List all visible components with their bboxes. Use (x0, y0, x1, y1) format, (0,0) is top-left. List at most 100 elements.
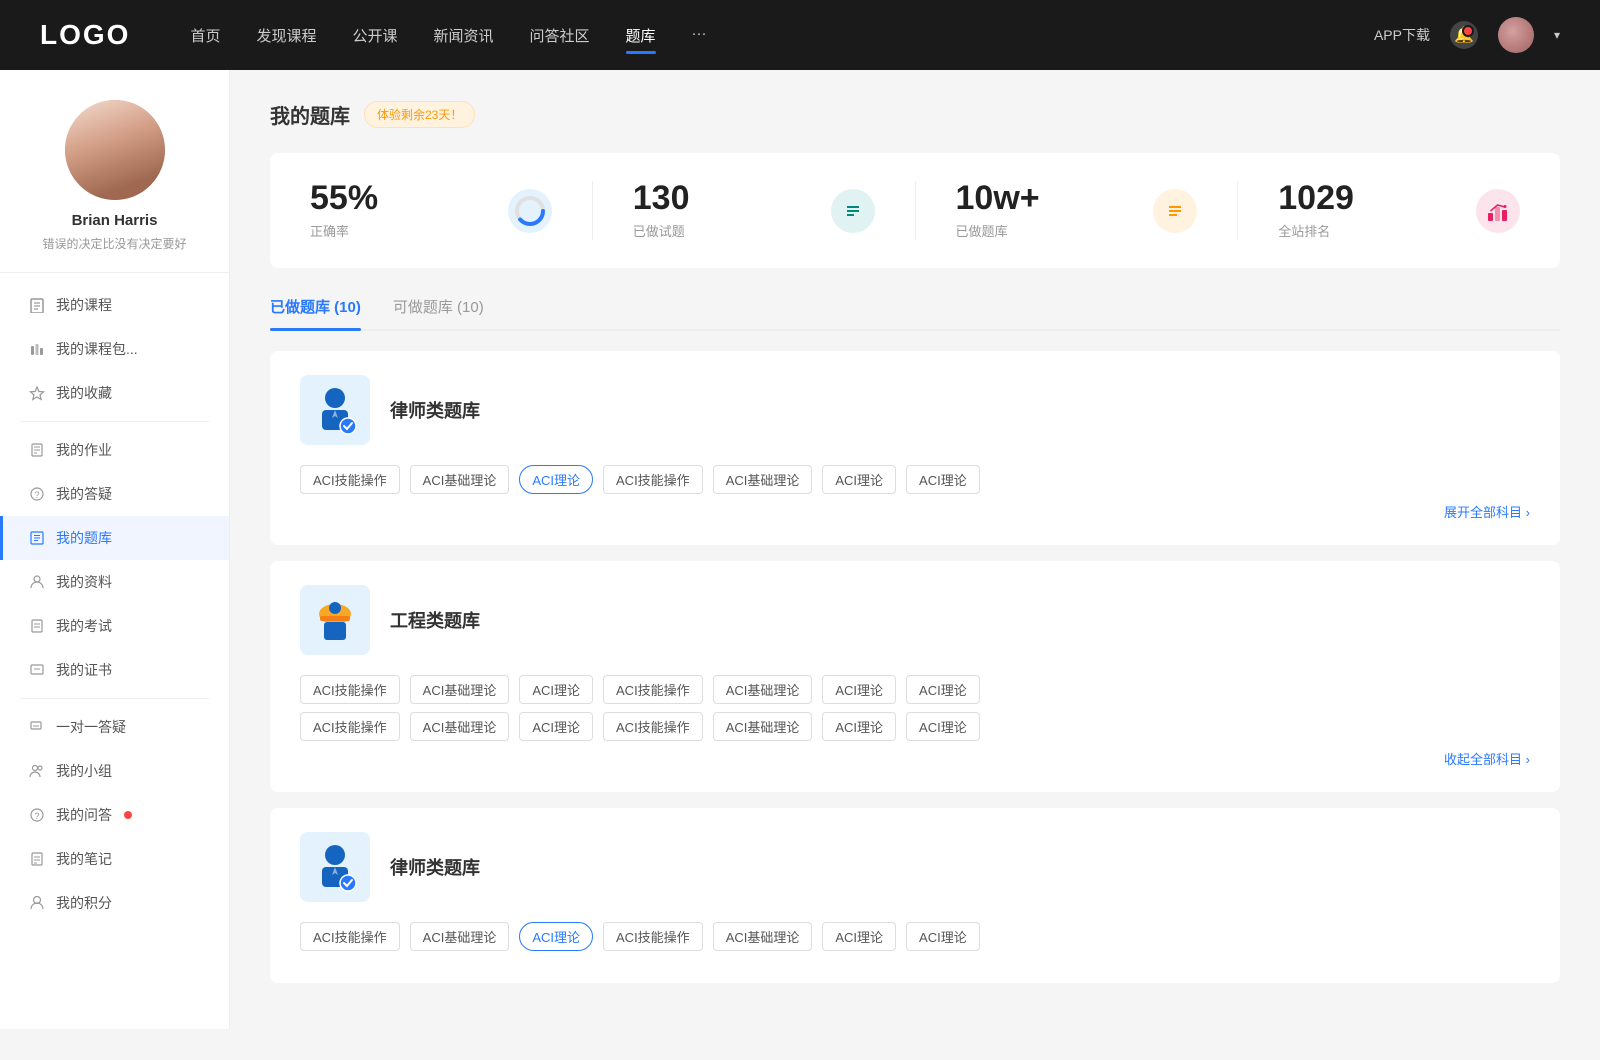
tag-law2-4[interactable]: ACI技能操作 (603, 922, 703, 951)
tag-eng-14[interactable]: ACI理论 (906, 712, 980, 741)
tag-eng-6[interactable]: ACI理论 (822, 675, 896, 704)
cert-icon (28, 661, 46, 679)
qbank-tags-eng-row1: ACI技能操作 ACI基础理论 ACI理论 ACI技能操作 ACI基础理论 AC… (300, 675, 1530, 704)
tag-law-1[interactable]: ACI技能操作 (300, 465, 400, 494)
tag-law-6[interactable]: ACI理论 (822, 465, 896, 494)
courses-icon (28, 296, 46, 314)
exam-icon (28, 617, 46, 635)
sidebar-item-qbank[interactable]: 我的题库 (0, 516, 229, 560)
profile-name: Brian Harris (72, 212, 158, 229)
tag-law2-5[interactable]: ACI基础理论 (713, 922, 813, 951)
nav-qa[interactable]: 问答社区 (530, 21, 590, 50)
tag-eng-3[interactable]: ACI理论 (519, 675, 593, 704)
sidebar-item-exams[interactable]: 我的考试 (0, 604, 229, 648)
sidebar-label-notes: 我的笔记 (56, 849, 112, 869)
sidebar-label-packages: 我的课程包... (56, 339, 138, 359)
tab-done-banks[interactable]: 已做题库 (10) (270, 296, 361, 329)
stat-done-banks-label: 已做题库 (956, 221, 1138, 240)
stat-accuracy: 55% 正确率 (310, 181, 593, 240)
nav-open-course[interactable]: 公开课 (352, 21, 397, 50)
tag-law-3[interactable]: ACI理论 (519, 465, 593, 494)
tag-law2-2[interactable]: ACI基础理论 (410, 922, 510, 951)
sidebar-label-qbank: 我的题库 (56, 528, 112, 548)
avatar[interactable] (1498, 17, 1534, 53)
qbank-icon-law (300, 375, 370, 445)
homework-icon (28, 441, 46, 459)
tag-eng-10[interactable]: ACI理论 (519, 712, 593, 741)
stat-ranking-text: 1029 全站排名 (1278, 181, 1460, 240)
nav-discover[interactable]: 发现课程 (256, 21, 316, 50)
tag-law-4[interactable]: ACI技能操作 (603, 465, 703, 494)
sidebar-item-myqa[interactable]: ? 我的问答 (0, 793, 229, 837)
sidebar-item-myprofile[interactable]: 我的资料 (0, 560, 229, 604)
profile-avatar[interactable] (65, 100, 165, 200)
logo: LOGO (40, 19, 130, 51)
tag-eng-1[interactable]: ACI技能操作 (300, 675, 400, 704)
stat-ranking-label: 全站排名 (1278, 221, 1460, 240)
qbank-tags-law: ACI技能操作 ACI基础理论 ACI理论 ACI技能操作 ACI基础理论 AC… (300, 465, 1530, 494)
tag-eng-9[interactable]: ACI基础理论 (410, 712, 510, 741)
tag-eng-2[interactable]: ACI基础理论 (410, 675, 510, 704)
tag-eng-8[interactable]: ACI技能操作 (300, 712, 400, 741)
packages-icon (28, 340, 46, 358)
navbar-right: APP下载 🔔 ▾ (1374, 17, 1560, 53)
sidebar-label-groups: 我的小组 (56, 761, 112, 781)
tag-law2-7[interactable]: ACI理论 (906, 922, 980, 951)
sidebar-item-homework[interactable]: 我的作业 (0, 428, 229, 472)
nav-news[interactable]: 新闻资讯 (434, 21, 494, 50)
profile-section: Brian Harris 错误的决定比没有决定要好 (0, 100, 229, 273)
stat-ranking: 1029 全站排名 (1278, 181, 1520, 240)
sidebar-label-homework: 我的作业 (56, 440, 112, 460)
stat-accuracy-label: 正确率 (310, 221, 492, 240)
tag-law-7[interactable]: ACI理论 (906, 465, 980, 494)
stat-accuracy-value: 55% (310, 181, 492, 215)
tag-eng-13[interactable]: ACI理论 (822, 712, 896, 741)
sidebar-divider-1 (20, 421, 209, 422)
profile-motto: 错误的决定比没有决定要好 (42, 235, 186, 252)
tabs-section: 已做题库 (10) 可做题库 (10) (270, 296, 1560, 331)
tag-law2-6[interactable]: ACI理论 (822, 922, 896, 951)
sidebar-label-myqa: 我的问答 (56, 805, 112, 825)
profile-icon (28, 573, 46, 591)
sidebar-divider-2 (20, 698, 209, 699)
tag-law-2[interactable]: ACI基础理论 (410, 465, 510, 494)
done-banks-icon (1153, 189, 1197, 233)
qa-icon: ? (28, 806, 46, 824)
sidebar-item-doubts[interactable]: ? 我的答疑 (0, 472, 229, 516)
sidebar-menu: 我的课程 我的课程包... 我的收藏 我的作业 (0, 283, 229, 925)
sidebar-item-points[interactable]: 我的积分 (0, 881, 229, 925)
sidebar-label-certs: 我的证书 (56, 660, 112, 680)
collapse-eng-link[interactable]: 收起全部科目 › (300, 749, 1530, 768)
nav-more[interactable]: ··· (692, 21, 707, 50)
sidebar-item-favorites[interactable]: 我的收藏 (0, 371, 229, 415)
tag-law2-1[interactable]: ACI技能操作 (300, 922, 400, 951)
tag-eng-12[interactable]: ACI基础理论 (713, 712, 813, 741)
tag-eng-5[interactable]: ACI基础理论 (713, 675, 813, 704)
qbank-card-engineering: 工程类题库 ACI技能操作 ACI基础理论 ACI理论 ACI技能操作 ACI基… (270, 561, 1560, 792)
tag-law-5[interactable]: ACI基础理论 (713, 465, 813, 494)
nav-home[interactable]: 首页 (190, 21, 220, 50)
sidebar-item-notes[interactable]: 我的笔记 (0, 837, 229, 881)
expand-law-link[interactable]: 展开全部科目 › (300, 502, 1530, 521)
qbank-card-law2: 律师类题库 ACI技能操作 ACI基础理论 ACI理论 ACI技能操作 ACI基… (270, 808, 1560, 983)
sidebar-item-packages[interactable]: 我的课程包... (0, 327, 229, 371)
tag-eng-11[interactable]: ACI技能操作 (603, 712, 703, 741)
qbank-tags-eng-row2: ACI技能操作 ACI基础理论 ACI理论 ACI技能操作 ACI基础理论 AC… (300, 712, 1530, 741)
avatar-image (65, 100, 165, 200)
sidebar-item-certs[interactable]: 我的证书 (0, 648, 229, 692)
tab-available-banks[interactable]: 可做题库 (10) (393, 296, 484, 329)
notification-bell[interactable]: 🔔 (1450, 21, 1478, 49)
tag-law2-3[interactable]: ACI理论 (519, 922, 593, 951)
sidebar-label-doubts: 我的答疑 (56, 484, 112, 504)
stat-done-banks-text: 10w+ 已做题库 (956, 181, 1138, 240)
sidebar-label-1on1: 一对一答疑 (56, 717, 126, 737)
sidebar-item-groups[interactable]: 我的小组 (0, 749, 229, 793)
sidebar-item-courses[interactable]: 我的课程 (0, 283, 229, 327)
app-download-link[interactable]: APP下载 (1374, 25, 1430, 45)
sidebar-item-1on1[interactable]: 一对一答疑 (0, 705, 229, 749)
tag-eng-7[interactable]: ACI理论 (906, 675, 980, 704)
tag-eng-4[interactable]: ACI技能操作 (603, 675, 703, 704)
chevron-down-icon[interactable]: ▾ (1554, 28, 1560, 42)
nav-qbank[interactable]: 题库 (626, 21, 656, 50)
sidebar: Brian Harris 错误的决定比没有决定要好 我的课程 我的课程包... (0, 70, 230, 1029)
